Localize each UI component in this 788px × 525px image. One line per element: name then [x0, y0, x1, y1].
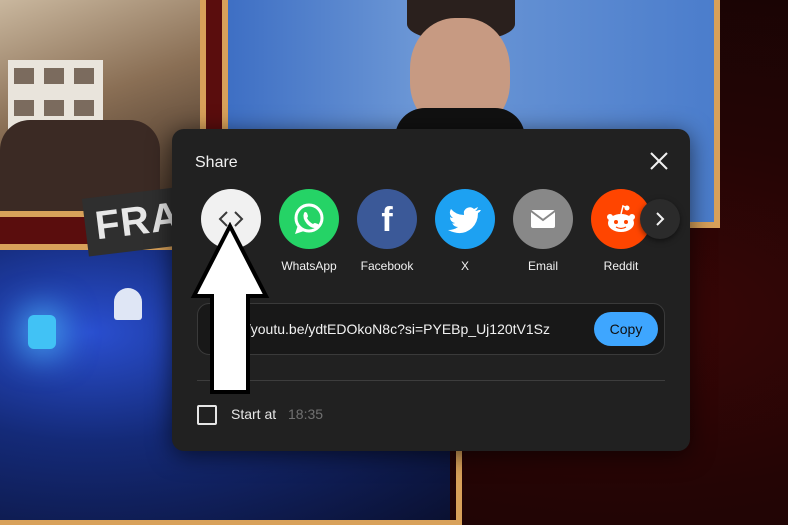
share-email-button[interactable]: Email [504, 189, 582, 273]
share-label-email: Email [527, 259, 558, 273]
share-x-button[interactable]: X [426, 189, 504, 273]
share-whatsapp-button[interactable]: WhatsApp [270, 189, 348, 273]
share-label-whatsapp: WhatsApp [281, 259, 337, 273]
share-facebook-button[interactable]: f Facebook [348, 189, 426, 273]
copy-button[interactable]: Copy [594, 312, 658, 346]
facebook-icon: f [357, 189, 417, 249]
email-icon [513, 189, 573, 249]
annotation-arrow-icon [190, 222, 270, 394]
share-label-x: X [460, 259, 469, 273]
whatsapp-icon [279, 189, 339, 249]
chevron-right-icon [656, 212, 665, 226]
start-at-label: Start at [231, 406, 277, 422]
close-icon [650, 152, 668, 170]
share-url-text: https://youtu.be/ydtEDOkoN8c?si=PYEBp_Uj… [250, 321, 550, 337]
twitter-bird-icon [435, 189, 495, 249]
share-label-facebook: Facebook [360, 259, 414, 273]
share-next-button[interactable] [640, 199, 680, 239]
svg-text:f: f [381, 201, 393, 239]
start-at-time: 18:35 [288, 406, 324, 422]
start-at-checkbox[interactable] [197, 405, 217, 425]
share-label-reddit: Reddit [603, 259, 639, 273]
dialog-title: Share [195, 154, 238, 171]
close-button[interactable] [645, 147, 673, 175]
